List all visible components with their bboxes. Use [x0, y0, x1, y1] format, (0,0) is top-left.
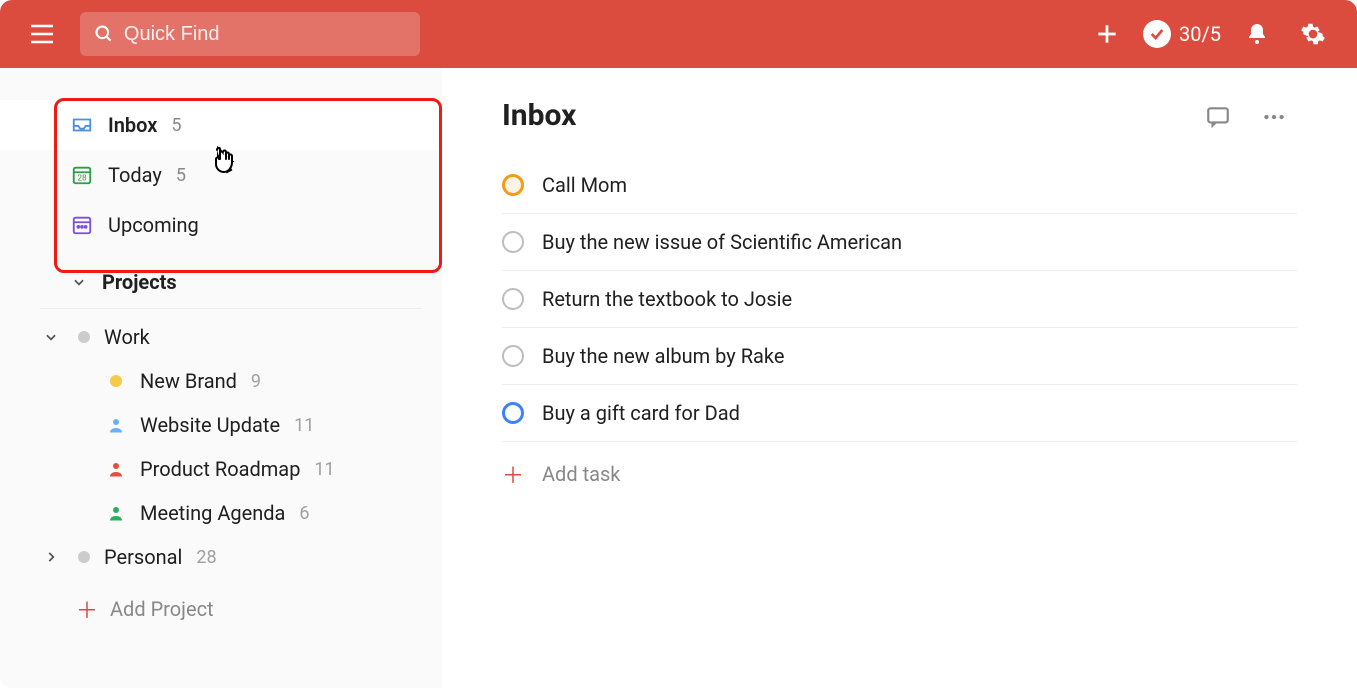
chevron-right-icon: [44, 545, 62, 569]
project-meeting-agenda[interactable]: Meeting Agenda 6: [0, 491, 442, 535]
chevron-down-icon: [70, 275, 88, 289]
task-row[interactable]: Buy the new album by Rake: [502, 328, 1297, 385]
nav-inbox[interactable]: Inbox 5: [0, 100, 442, 150]
project-website-update[interactable]: Website Update 11: [0, 403, 442, 447]
calendar-upcoming-icon: [70, 214, 94, 236]
add-task-label: Add task: [542, 462, 620, 486]
add-project-label: Add Project: [110, 597, 214, 621]
hamburger-icon: [29, 23, 55, 45]
project-product-roadmap[interactable]: Product Roadmap 11: [0, 447, 442, 491]
task-title: Buy the new issue of Scientific American: [542, 230, 902, 254]
task-checkbox[interactable]: [502, 402, 524, 424]
nav-upcoming[interactable]: Upcoming: [0, 200, 442, 250]
nav-count: 5: [176, 165, 186, 186]
project-label: Website Update: [140, 413, 280, 437]
task-checkbox[interactable]: [502, 288, 524, 310]
chat-icon: [1205, 104, 1231, 130]
notifications-button[interactable]: [1237, 14, 1277, 54]
calendar-today-icon: 28: [70, 164, 94, 186]
person-green-icon: [106, 504, 126, 522]
project-new-brand[interactable]: New Brand 9: [0, 359, 442, 403]
nav-label: Upcoming: [108, 213, 199, 237]
karma-circle-icon: [1143, 20, 1171, 48]
person-red-icon: [106, 460, 126, 478]
karma-button[interactable]: 30/5: [1143, 20, 1221, 48]
task-title: Buy a gift card for Dad: [542, 401, 740, 425]
add-project-button[interactable]: ＋ Add Project: [0, 579, 442, 635]
search-input[interactable]: [124, 23, 406, 46]
plus-icon: ＋: [76, 593, 96, 625]
project-group-work[interactable]: Work: [0, 315, 442, 359]
project-count: 9: [251, 371, 261, 392]
nav-label: Today: [108, 163, 162, 187]
plus-icon: [1094, 21, 1120, 47]
task-checkbox[interactable]: [502, 345, 524, 367]
search-icon: [94, 23, 114, 45]
project-count: 11: [294, 415, 314, 436]
projects-header[interactable]: Projects: [0, 260, 442, 302]
more-actions-button[interactable]: [1261, 104, 1287, 134]
karma-score: 30/5: [1179, 22, 1221, 46]
divider: [40, 308, 422, 309]
task-title: Return the textbook to Josie: [542, 287, 792, 311]
task-title: Buy the new album by Rake: [542, 344, 784, 368]
comments-button[interactable]: [1205, 104, 1231, 134]
task-row[interactable]: Buy the new issue of Scientific American: [502, 214, 1297, 271]
add-task-button[interactable]: ＋ Add task: [502, 442, 1297, 506]
project-dot-icon: [78, 331, 90, 343]
project-count: 28: [196, 547, 216, 568]
task-title: Call Mom: [542, 173, 627, 197]
task-row[interactable]: Call Mom: [502, 157, 1297, 214]
topbar: 30/5: [0, 0, 1357, 68]
project-label: Meeting Agenda: [140, 501, 285, 525]
person-blue-icon: [106, 416, 126, 434]
task-row[interactable]: Return the textbook to Josie: [502, 271, 1297, 328]
task-row[interactable]: Buy a gift card for Dad: [502, 385, 1297, 442]
check-icon: [1149, 26, 1165, 42]
dots-icon: [1261, 104, 1287, 130]
project-group-label: Personal: [104, 545, 182, 569]
project-group-label: Work: [104, 325, 150, 349]
bell-icon: [1245, 22, 1269, 46]
projects-header-label: Projects: [102, 270, 177, 294]
project-label: New Brand: [140, 369, 237, 393]
plus-icon: ＋: [502, 458, 524, 490]
main-content: Inbox Call Mom Buy the new issue of Scie…: [442, 68, 1357, 688]
svg-text:28: 28: [77, 174, 87, 184]
task-checkbox[interactable]: [502, 174, 524, 196]
settings-button[interactable]: [1293, 14, 1333, 54]
gear-icon: [1300, 21, 1326, 47]
nav-today[interactable]: 28 Today 5: [0, 150, 442, 200]
search-box[interactable]: [80, 12, 420, 56]
project-group-personal[interactable]: Personal 28: [0, 535, 442, 579]
project-label: Product Roadmap: [140, 457, 300, 481]
project-dot-icon: [78, 551, 90, 563]
project-count: 6: [299, 503, 309, 524]
inbox-icon: [70, 114, 94, 136]
sidebar: Inbox 5 28 Today 5 Upcoming: [0, 68, 442, 688]
task-checkbox[interactable]: [502, 231, 524, 253]
quick-add-button[interactable]: [1087, 14, 1127, 54]
project-count: 11: [314, 459, 334, 480]
nav-count: 5: [171, 115, 181, 136]
menu-toggle-button[interactable]: [20, 12, 64, 56]
nav-label: Inbox: [108, 113, 157, 137]
yellow-dot-icon: [106, 375, 126, 387]
chevron-down-icon: [44, 325, 62, 349]
page-title: Inbox: [502, 98, 1297, 133]
